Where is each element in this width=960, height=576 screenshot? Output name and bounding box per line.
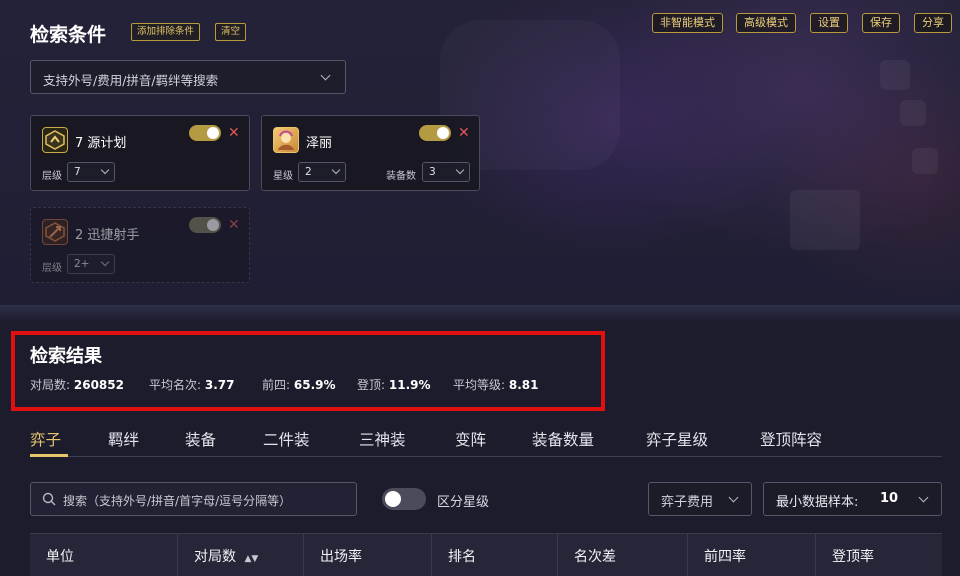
tab-item-count[interactable]: 装备数量 [532,428,594,450]
close-icon[interactable]: ✕ [458,126,470,140]
level-select[interactable]: 7 [67,162,115,182]
condition-toggle[interactable] [419,125,451,141]
item-count-select[interactable]: 3 [422,162,470,182]
non-smart-mode-button[interactable]: 非智能模式 [652,13,723,33]
condition-card-trait-disabled: 2 迅捷射手 ✕ 层级 2+ [30,207,250,283]
star-value: 2 [305,166,312,178]
background-art [900,100,926,126]
condition-search-select[interactable]: 支持外号/费用/拼音/羁绊等搜索 [30,60,346,94]
condition-card-trait: 7 源计划 ✕ 层级 7 [30,115,250,191]
condition-card-name: 7 源计划 [75,136,127,151]
add-exclude-condition-button[interactable]: 添加排除条件 [131,23,201,41]
background-art [790,190,860,250]
tab-traits[interactable]: 羁绊 [108,428,139,450]
tab-items[interactable]: 装备 [185,428,216,450]
close-icon[interactable]: ✕ [228,126,240,140]
search-icon [42,492,56,506]
column-header-unit[interactable]: 单位 [30,534,178,576]
condition-card-champion: 泽丽 ✕ 星级 2 装备数 3 [261,115,480,191]
active-tab-indicator [30,454,68,457]
champion-portrait [273,127,299,153]
chevron-down-icon [100,257,110,267]
tab-three-items[interactable]: 三神装 [359,428,406,450]
min-sample-value: 10 [880,491,899,506]
column-header-win-rate[interactable]: 登顶率 [816,534,942,576]
column-header-matches[interactable]: 对局数 ▲▼ [178,534,304,576]
condition-search-placeholder: 支持外号/费用/拼音/羁绊等搜索 [43,73,219,88]
close-icon[interactable]: ✕ [228,218,240,232]
sort-icon[interactable]: ▲▼ [244,554,258,564]
distinguish-stars-label: 区分星级 [437,495,490,510]
column-header-rank[interactable]: 排名 [432,534,558,576]
condition-card-name: 泽丽 [306,136,333,151]
distinguish-stars-toggle[interactable] [382,488,426,510]
champion-cost-select[interactable]: 弈子费用 [648,482,752,516]
trait-icon [42,219,68,245]
champion-search-input[interactable]: 搜索（支持外号/拼音/首字母/逗号分隔等） [30,482,357,516]
champion-search-placeholder: 搜索（支持外号/拼音/首字母/逗号分隔等） [63,494,292,508]
chevron-down-icon [918,492,929,503]
background-art [912,148,938,174]
level-value: 2+ [74,258,90,270]
tab-divider [30,456,942,457]
settings-button[interactable]: 设置 [810,13,848,33]
advanced-mode-button[interactable]: 高级模式 [736,13,796,33]
results-table-header: 单位 对局数 ▲▼ 出场率 排名 名次差 前四率 登顶率 [30,533,942,576]
min-sample-label: 最小数据样本: [776,495,859,510]
chevron-down-icon [320,70,331,81]
clear-button[interactable]: 清空 [215,23,247,41]
level-value: 7 [74,166,81,178]
trait-icon [42,127,68,153]
chevron-down-icon [455,165,465,175]
star-select[interactable]: 2 [298,162,346,182]
level-label: 层级 [42,263,62,274]
highlight-annotation-box [11,331,605,411]
tab-champions[interactable]: 弈子 [30,428,61,450]
section-divider [0,305,960,321]
min-sample-select[interactable]: 最小数据样本: 10 [763,482,942,516]
tab-two-items[interactable]: 二件装 [263,428,310,450]
tab-formation[interactable]: 变阵 [455,428,486,450]
tab-winning-comps[interactable]: 登顶阵容 [760,428,822,450]
chevron-down-icon [331,165,341,175]
item-count-label: 装备数 [386,171,416,182]
chevron-down-icon [100,165,110,175]
column-header-placement-diff[interactable]: 名次差 [558,534,688,576]
background-art [880,60,910,90]
item-count-value: 3 [429,166,436,178]
champion-cost-label: 弈子费用 [661,495,714,510]
save-button[interactable]: 保存 [862,13,900,33]
star-label: 星级 [273,171,293,182]
condition-toggle[interactable] [189,217,221,233]
chevron-down-icon [728,492,739,503]
condition-toggle[interactable] [189,125,221,141]
tab-champion-stars[interactable]: 弈子星级 [646,428,708,450]
column-header-label: 对局数 [194,549,236,565]
share-button[interactable]: 分享 [914,13,952,33]
search-conditions-title: 检索条件 [30,24,107,46]
column-header-pick-rate[interactable]: 出场率 [304,534,432,576]
level-select[interactable]: 2+ [67,254,115,274]
level-label: 层级 [42,171,62,182]
column-header-top-four-rate[interactable]: 前四率 [688,534,816,576]
condition-card-name: 2 迅捷射手 [75,228,140,243]
